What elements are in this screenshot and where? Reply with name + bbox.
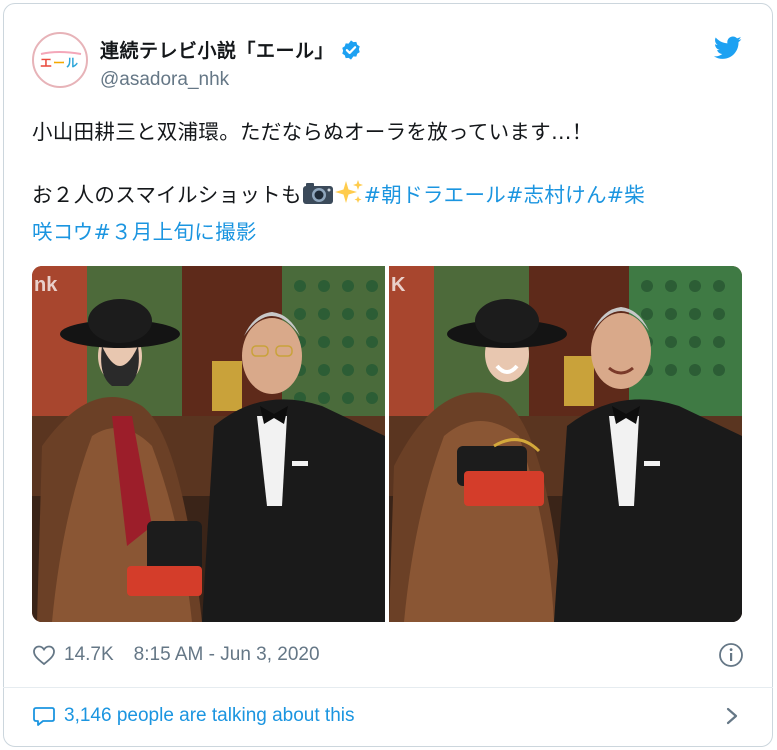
camera-emoji-icon	[302, 183, 333, 204]
hashtag-shot-in-march[interactable]: #３月上旬に撮影	[94, 220, 257, 244]
nhk-watermark: nk	[34, 274, 58, 296]
svg-text:エ: エ	[40, 56, 52, 70]
ale-logo-icon: エ ー ル	[40, 51, 82, 70]
avatar[interactable]: エ ー ル	[32, 32, 88, 88]
svg-text:ル: ル	[66, 56, 78, 70]
heart-icon[interactable]	[32, 643, 56, 667]
hashtag-shibasaki-kou-part1[interactable]: #柴	[607, 183, 645, 207]
photo-serious-image	[32, 266, 385, 622]
info-icon[interactable]	[718, 642, 744, 668]
like-count[interactable]: 14.7K	[64, 644, 114, 666]
tweet-meta: 14.7K 8:15 AM - Jun 3, 2020	[32, 640, 744, 670]
verified-badge-icon	[342, 39, 360, 60]
talking-count[interactable]: 3,146 people are talking about this	[64, 705, 355, 727]
tweet-text: 小山田耕三と双浦環。ただならぬオーラを放っています…！ お２人のスマイルショット…	[32, 114, 744, 251]
chevron-right-icon[interactable]	[724, 706, 740, 726]
tweet-media: nk K	[32, 266, 742, 622]
photo-smiling[interactable]: K	[389, 266, 742, 622]
conversation-link[interactable]: 3,146 people are talking about this	[32, 700, 744, 732]
tweet-line-2-text: お２人のスマイルショットも	[32, 183, 302, 207]
svg-text:ー: ー	[53, 56, 65, 70]
photo-serious[interactable]: nk	[32, 266, 385, 622]
tweet-line-2: お２人のスマイルショットも #朝ドラエール#志村けん#柴	[32, 177, 744, 214]
tweet-header: エ ー ル 連続テレビ小説「エール」 @asadora_nhk	[32, 32, 742, 92]
photo-smiling-image	[389, 266, 742, 622]
twitter-bird-icon[interactable]	[714, 36, 742, 60]
nhk-watermark-2: K	[391, 274, 406, 296]
hashtag-asadora-ale[interactable]: #朝ドラエール	[364, 183, 506, 207]
account-handle[interactable]: @asadora_nhk	[100, 69, 362, 91]
timestamp[interactable]: 8:15 AM - Jun 3, 2020	[134, 644, 320, 666]
hashtag-shibasaki-kou-part2[interactable]: 咲コウ	[32, 220, 94, 244]
display-name[interactable]: 連続テレビ小説「エール」	[100, 36, 334, 63]
tweet-line-3: 咲コウ#３月上旬に撮影	[32, 214, 744, 251]
speech-bubble-icon	[33, 707, 55, 726]
divider	[3, 687, 773, 688]
hashtag-shimura-ken[interactable]: #志村けん	[506, 183, 607, 207]
tweet-line-1: 小山田耕三と双浦環。ただならぬオーラを放っています…！	[32, 120, 593, 144]
sparkles-emoji-icon	[334, 180, 363, 203]
